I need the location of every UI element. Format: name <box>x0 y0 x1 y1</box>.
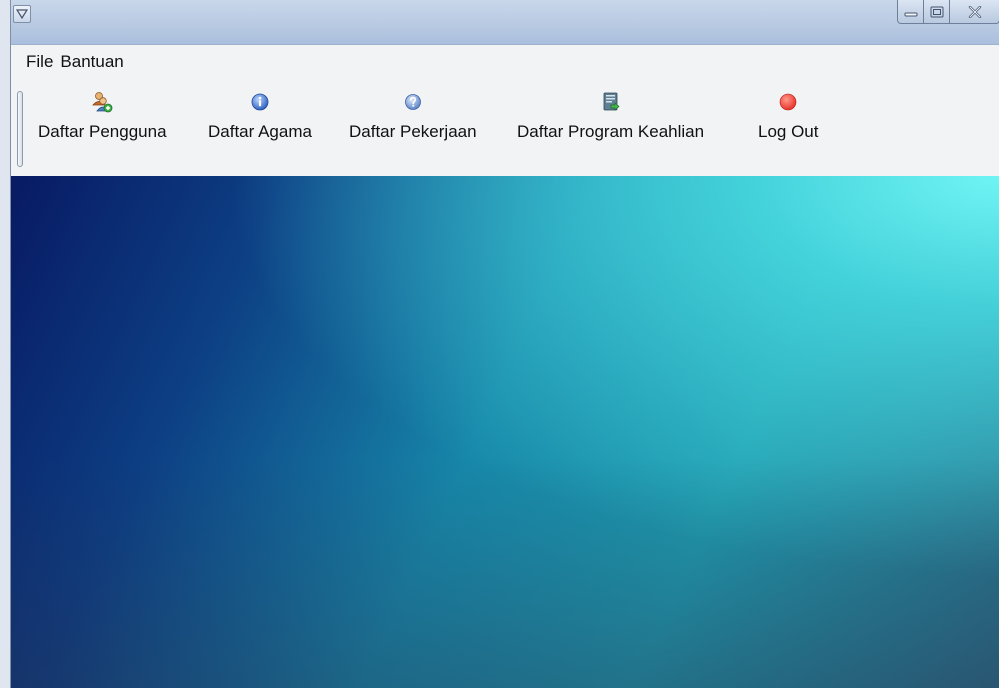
menu-bar: File Bantuan <box>11 52 124 74</box>
toolbar-button-daftar-pekerjaan[interactable]: Daftar Pekerjaan <box>349 91 477 161</box>
triangle-down-icon <box>16 9 28 19</box>
toolbar-label: Daftar Pengguna <box>38 122 167 141</box>
help-icon <box>404 94 421 110</box>
toolbar-label: Daftar Agama <box>208 122 312 141</box>
toolbar-button-log-out[interactable]: Log Out <box>758 91 819 161</box>
maximize-icon <box>930 6 943 17</box>
toolbar-button-daftar-program-keahlian[interactable]: Daftar Program Keahlian <box>517 91 704 161</box>
desktop-shading <box>11 176 999 688</box>
close-icon <box>968 5 981 18</box>
toolbar-button-daftar-pengguna[interactable]: Daftar Pengguna <box>38 91 167 161</box>
toolbar-label: Log Out <box>758 122 819 141</box>
window-controls <box>897 0 999 26</box>
document-arrow-icon <box>603 92 620 111</box>
menu-bantuan[interactable]: Bantuan <box>60 52 123 74</box>
toolbar-grip-handle[interactable] <box>17 91 23 167</box>
close-button[interactable] <box>950 0 999 24</box>
system-menu-button[interactable] <box>13 5 31 23</box>
toolbar: Daftar Pengguna Daftar Agama Daftar Peke… <box>11 83 999 173</box>
toolbar-label: Daftar Pekerjaan <box>349 122 477 141</box>
application-window: File Bantuan Daftar Pengguna Daftar Agam… <box>10 0 999 688</box>
minimize-button[interactable] <box>897 0 924 24</box>
title-bar <box>11 0 999 45</box>
toolbar-button-daftar-agama[interactable]: Daftar Agama <box>208 91 312 161</box>
info-icon <box>251 93 269 111</box>
maximize-button[interactable] <box>924 0 950 24</box>
desktop-background <box>11 176 999 688</box>
minimize-icon <box>904 12 917 16</box>
menu-file[interactable]: File <box>26 52 53 74</box>
toolbar-label: Daftar Program Keahlian <box>517 122 705 141</box>
red-circle-icon <box>779 93 797 111</box>
users-icon <box>92 92 113 113</box>
